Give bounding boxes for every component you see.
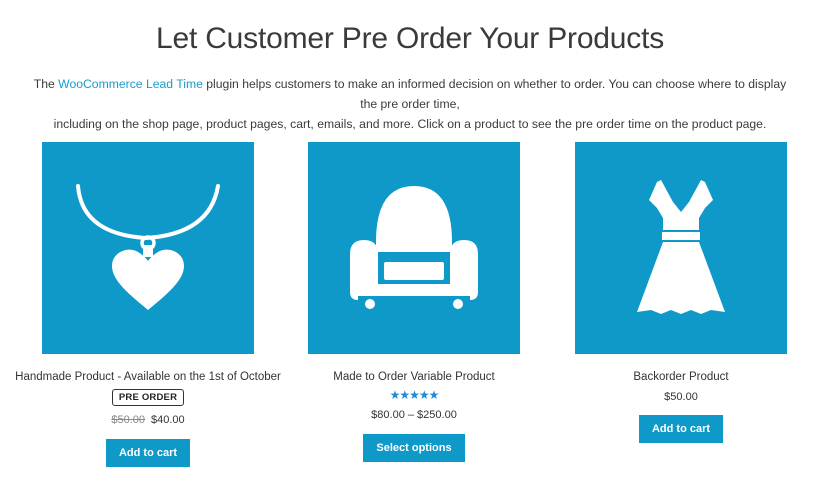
heart-necklace-icon bbox=[76, 184, 220, 310]
intro-line2: including on the shop page, product page… bbox=[53, 117, 767, 131]
woocommerce-lead-time-link[interactable]: WooCommerce Lead Time bbox=[58, 77, 203, 91]
pre-order-badge: PRE ORDER bbox=[111, 389, 185, 406]
product-image[interactable] bbox=[575, 142, 787, 354]
star-rating: ★★★★★ bbox=[389, 388, 440, 402]
sale-price: $40.00 bbox=[151, 414, 185, 426]
product-image[interactable] bbox=[308, 142, 520, 354]
product-card-backorder: Backorder Product $50.00 Add to cart bbox=[575, 142, 787, 443]
armchair-icon bbox=[350, 186, 478, 309]
page-title: Let Customer Pre Order Your Products bbox=[155, 22, 665, 55]
product-image[interactable] bbox=[42, 142, 254, 354]
product-name[interactable]: Made to Order Variable Product bbox=[333, 371, 495, 383]
add-to-cart-button[interactable]: Add to cart bbox=[105, 439, 191, 467]
product-price: $50.00 $40.00 bbox=[111, 414, 184, 426]
product-name[interactable]: Backorder Product bbox=[633, 371, 728, 383]
dress-icon bbox=[637, 180, 725, 314]
intro-line1: plugin helps customers to make an inform… bbox=[202, 77, 787, 111]
product-price: $50.00 bbox=[664, 391, 698, 403]
old-price: $50.00 bbox=[111, 414, 145, 426]
product-card-handmade: Handmade Product - Available on the 1st … bbox=[15, 142, 281, 467]
product-name[interactable]: Handmade Product - Available on the 1st … bbox=[15, 371, 281, 383]
product-card-variable: Made to Order Variable Product ★★★★★ $80… bbox=[308, 142, 520, 462]
add-to-cart-button[interactable]: Add to cart bbox=[638, 415, 724, 443]
select-options-button[interactable]: Select options bbox=[363, 434, 465, 462]
intro-text: The WooCommerce Lead Time plugin helps c… bbox=[28, 74, 792, 134]
product-price: $80.00 – $250.00 bbox=[371, 409, 457, 421]
intro-prefix: The bbox=[33, 77, 59, 91]
